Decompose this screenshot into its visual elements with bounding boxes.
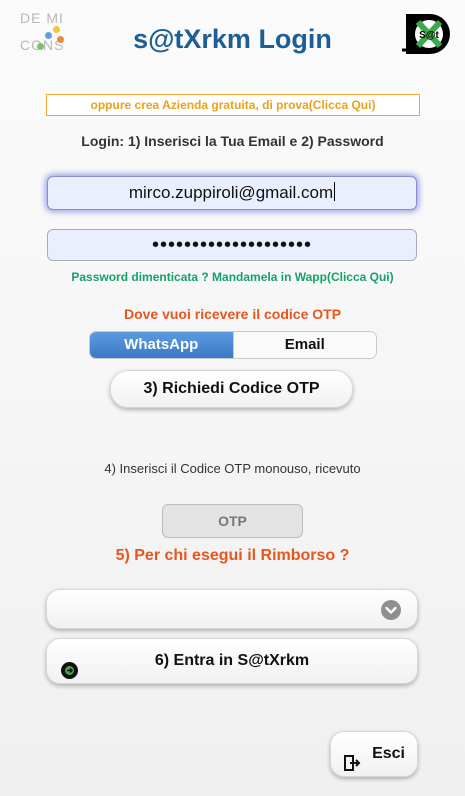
password-field[interactable]: •••••••••••••••••••• [47, 229, 417, 261]
email-option[interactable]: Email [232, 332, 376, 358]
logo-right-text: S@t [419, 30, 439, 41]
otp-channel-question: Dove vuoi ricevere il codice OTP [123, 306, 342, 322]
create-company-link[interactable]: oppure crea Azienda gratuita, di prova(C… [46, 94, 420, 116]
text-caret [334, 182, 336, 201]
exit-button-label: Esci [372, 745, 405, 762]
otp-channel-toggle: WhatsApp Email [89, 331, 377, 359]
email-value: mirco.zuppiroli@gmail.com [128, 183, 334, 202]
reimbursement-select[interactable] [46, 589, 418, 629]
whatsapp-option[interactable]: WhatsApp [90, 332, 233, 358]
otp-instructions: 4) Inserisci il Codice OTP monouso, rice… [104, 461, 361, 476]
satxrkm-logo: S@t [400, 10, 458, 58]
forgot-password-link[interactable]: Password dimenticata ? Mandamela in Wapp… [0, 270, 465, 284]
reimbursement-question: 5) Per chi esegui il Rimborso ? [115, 547, 350, 564]
chevron-down-icon [381, 600, 401, 620]
enter-button[interactable]: 6) Entra in S@tXrkm [46, 638, 418, 684]
page-title: s@tXrkm Login [133, 24, 332, 54]
otp-input[interactable]: OTP [162, 504, 303, 538]
login-icon [61, 653, 78, 679]
request-otp-button[interactable]: 3) Richiedi Codice OTP [110, 370, 353, 408]
exit-button[interactable]: Esci [330, 731, 418, 777]
email-field[interactable]: mirco.zuppiroli@gmail.com [47, 176, 417, 210]
enter-button-label: 6) Entra in S@tXrkm [154, 652, 310, 669]
exit-door-icon [343, 746, 361, 771]
login-instructions: Login: 1) Inserisci la Tua Email e 2) Pa… [81, 133, 384, 149]
